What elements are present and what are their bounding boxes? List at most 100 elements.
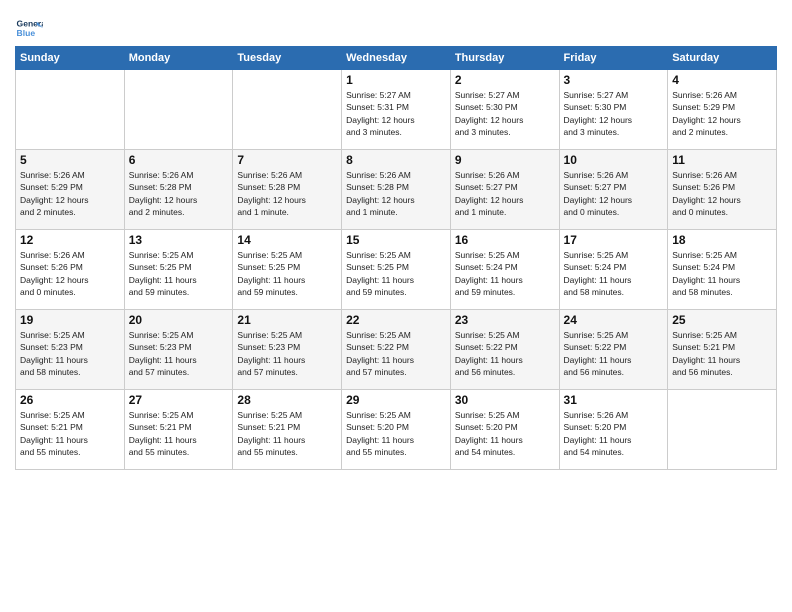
day-number: 26 (20, 393, 120, 407)
header: General Blue (15, 10, 777, 42)
weekday-header-thursday: Thursday (450, 47, 559, 70)
day-info: Sunrise: 5:25 AM Sunset: 5:24 PM Dayligh… (672, 249, 772, 298)
weekday-header-row: SundayMondayTuesdayWednesdayThursdayFrid… (16, 47, 777, 70)
calendar-cell: 20 Sunrise: 5:25 AM Sunset: 5:23 PM Dayli… (124, 310, 233, 390)
day-number: 11 (672, 153, 772, 167)
calendar-cell: 4Sunrise: 5:26 AM Sunset: 5:29 PM Daylig… (668, 70, 777, 150)
day-info: Sunrise: 5:27 AM Sunset: 5:30 PM Dayligh… (564, 89, 664, 138)
day-info: Sunrise: 5:25 AM Sunset: 5:23 PM Dayligh… (237, 329, 337, 378)
weekday-header-monday: Monday (124, 47, 233, 70)
day-info: Sunrise: 5:25 AM Sunset: 5:21 PM Dayligh… (237, 409, 337, 458)
day-number: 22 (346, 313, 446, 327)
calendar-cell: 31 Sunrise: 5:26 AM Sunset: 5:20 PM Dayli… (559, 390, 668, 470)
svg-text:General: General (17, 18, 43, 28)
day-info: Sunrise: 5:25 AM Sunset: 5:21 PM Dayligh… (20, 409, 120, 458)
day-info: Sunrise: 5:26 AM Sunset: 5:28 PM Dayligh… (129, 169, 229, 218)
day-number: 12 (20, 233, 120, 247)
calendar-cell: 7 Sunrise: 5:26 AM Sunset: 5:28 PM Daylig… (233, 150, 342, 230)
calendar-cell: 13 Sunrise: 5:25 AM Sunset: 5:25 PM Dayli… (124, 230, 233, 310)
svg-text:Blue: Blue (17, 28, 36, 38)
day-number: 15 (346, 233, 446, 247)
day-info: Sunrise: 5:26 AM Sunset: 5:27 PM Dayligh… (455, 169, 555, 218)
calendar-cell: 11 Sunrise: 5:26 AM Sunset: 5:26 PM Dayli… (668, 150, 777, 230)
calendar-cell: 23Sunrise: 5:25 AM Sunset: 5:22 PM Dayli… (450, 310, 559, 390)
calendar-cell: 2 Sunrise: 5:27 AM Sunset: 5:30 PM Daylig… (450, 70, 559, 150)
day-info: Sunrise: 5:25 AM Sunset: 5:24 PM Dayligh… (455, 249, 555, 298)
calendar-cell: 30Sunrise: 5:25 AM Sunset: 5:20 PM Dayli… (450, 390, 559, 470)
calendar-cell: 19Sunrise: 5:25 AM Sunset: 5:23 PM Dayli… (16, 310, 125, 390)
day-number: 21 (237, 313, 337, 327)
calendar-week-row: 5Sunrise: 5:26 AM Sunset: 5:29 PM Daylig… (16, 150, 777, 230)
calendar-cell: 10 Sunrise: 5:26 AM Sunset: 5:27 PM Dayli… (559, 150, 668, 230)
day-number: 27 (129, 393, 229, 407)
day-info: Sunrise: 5:25 AM Sunset: 5:22 PM Dayligh… (564, 329, 664, 378)
day-number: 10 (564, 153, 664, 167)
calendar-cell (124, 70, 233, 150)
calendar-cell: 21 Sunrise: 5:25 AM Sunset: 5:23 PM Dayli… (233, 310, 342, 390)
day-info: Sunrise: 5:26 AM Sunset: 5:20 PM Dayligh… (564, 409, 664, 458)
day-number: 9 (455, 153, 555, 167)
day-info: Sunrise: 5:25 AM Sunset: 5:22 PM Dayligh… (346, 329, 446, 378)
day-number: 18 (672, 233, 772, 247)
calendar-cell: 12 Sunrise: 5:26 AM Sunset: 5:26 PM Dayli… (16, 230, 125, 310)
calendar-cell: 5Sunrise: 5:26 AM Sunset: 5:29 PM Daylig… (16, 150, 125, 230)
day-number: 24 (564, 313, 664, 327)
day-number: 23 (455, 313, 555, 327)
day-info: Sunrise: 5:25 AM Sunset: 5:23 PM Dayligh… (129, 329, 229, 378)
day-number: 20 (129, 313, 229, 327)
day-number: 8 (346, 153, 446, 167)
day-info: Sunrise: 5:27 AM Sunset: 5:30 PM Dayligh… (455, 89, 555, 138)
calendar-cell: 27 Sunrise: 5:25 AM Sunset: 5:21 PM Dayli… (124, 390, 233, 470)
day-info: Sunrise: 5:26 AM Sunset: 5:29 PM Dayligh… (672, 89, 772, 138)
day-number: 17 (564, 233, 664, 247)
day-info: Sunrise: 5:25 AM Sunset: 5:21 PM Dayligh… (129, 409, 229, 458)
calendar-cell: 24 Sunrise: 5:25 AM Sunset: 5:22 PM Dayli… (559, 310, 668, 390)
day-number: 25 (672, 313, 772, 327)
day-info: Sunrise: 5:27 AM Sunset: 5:31 PM Dayligh… (346, 89, 446, 138)
day-number: 13 (129, 233, 229, 247)
calendar-cell: 29 Sunrise: 5:25 AM Sunset: 5:20 PM Dayli… (342, 390, 451, 470)
calendar-cell: 28 Sunrise: 5:25 AM Sunset: 5:21 PM Dayli… (233, 390, 342, 470)
weekday-header-friday: Friday (559, 47, 668, 70)
calendar-week-row: 19Sunrise: 5:25 AM Sunset: 5:23 PM Dayli… (16, 310, 777, 390)
calendar-cell: 1 Sunrise: 5:27 AM Sunset: 5:31 PM Daylig… (342, 70, 451, 150)
calendar-cell (16, 70, 125, 150)
day-info: Sunrise: 5:26 AM Sunset: 5:28 PM Dayligh… (237, 169, 337, 218)
calendar-week-row: 1 Sunrise: 5:27 AM Sunset: 5:31 PM Daylig… (16, 70, 777, 150)
calendar-table: SundayMondayTuesdayWednesdayThursdayFrid… (15, 46, 777, 470)
day-number: 6 (129, 153, 229, 167)
calendar-cell: 22 Sunrise: 5:25 AM Sunset: 5:22 PM Dayli… (342, 310, 451, 390)
calendar-cell: 9 Sunrise: 5:26 AM Sunset: 5:27 PM Daylig… (450, 150, 559, 230)
calendar-cell: 14Sunrise: 5:25 AM Sunset: 5:25 PM Dayli… (233, 230, 342, 310)
day-info: Sunrise: 5:26 AM Sunset: 5:27 PM Dayligh… (564, 169, 664, 218)
day-info: Sunrise: 5:26 AM Sunset: 5:26 PM Dayligh… (672, 169, 772, 218)
day-number: 5 (20, 153, 120, 167)
day-number: 30 (455, 393, 555, 407)
weekday-header-wednesday: Wednesday (342, 47, 451, 70)
day-number: 3 (564, 73, 664, 87)
calendar-cell: 15 Sunrise: 5:25 AM Sunset: 5:25 PM Dayli… (342, 230, 451, 310)
logo-icon: General Blue (15, 14, 43, 42)
day-info: Sunrise: 5:25 AM Sunset: 5:24 PM Dayligh… (564, 249, 664, 298)
calendar-cell: 17 Sunrise: 5:25 AM Sunset: 5:24 PM Dayli… (559, 230, 668, 310)
calendar-cell: 3 Sunrise: 5:27 AM Sunset: 5:30 PM Daylig… (559, 70, 668, 150)
weekday-header-tuesday: Tuesday (233, 47, 342, 70)
logo: General Blue (15, 14, 47, 42)
weekday-header-saturday: Saturday (668, 47, 777, 70)
day-info: Sunrise: 5:26 AM Sunset: 5:26 PM Dayligh… (20, 249, 120, 298)
day-number: 2 (455, 73, 555, 87)
day-number: 1 (346, 73, 446, 87)
calendar-page: General Blue SundayMondayTuesdayWednesda… (0, 0, 792, 612)
calendar-cell: 25Sunrise: 5:25 AM Sunset: 5:21 PM Dayli… (668, 310, 777, 390)
calendar-cell (233, 70, 342, 150)
calendar-cell: 18 Sunrise: 5:25 AM Sunset: 5:24 PM Dayli… (668, 230, 777, 310)
day-number: 29 (346, 393, 446, 407)
day-number: 28 (237, 393, 337, 407)
day-info: Sunrise: 5:25 AM Sunset: 5:25 PM Dayligh… (129, 249, 229, 298)
day-number: 7 (237, 153, 337, 167)
day-number: 31 (564, 393, 664, 407)
day-number: 14 (237, 233, 337, 247)
day-info: Sunrise: 5:25 AM Sunset: 5:20 PM Dayligh… (346, 409, 446, 458)
day-info: Sunrise: 5:25 AM Sunset: 5:25 PM Dayligh… (346, 249, 446, 298)
calendar-cell: 6 Sunrise: 5:26 AM Sunset: 5:28 PM Daylig… (124, 150, 233, 230)
